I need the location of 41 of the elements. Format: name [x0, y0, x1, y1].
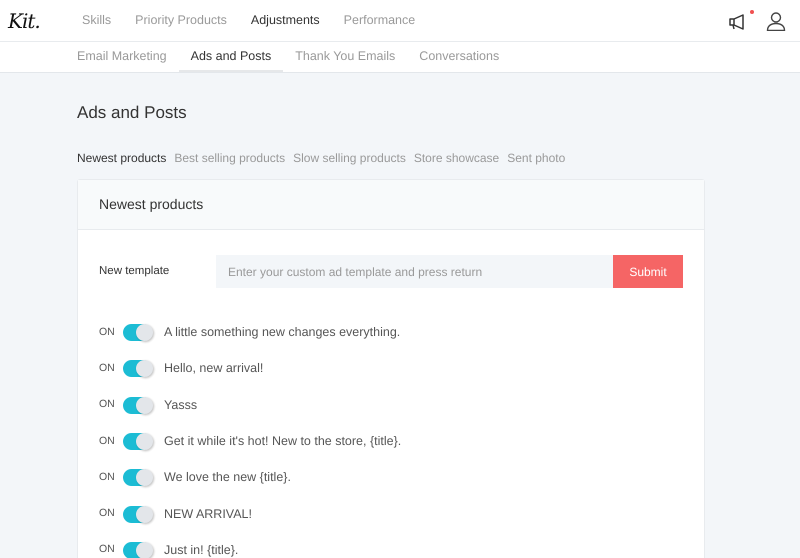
toggle-state-label: ON [99, 360, 116, 376]
category-tab[interactable]: Best selling products [174, 149, 286, 168]
category-tab[interactable]: Sent photo [507, 149, 566, 168]
template-text: A little something new changes everything. [164, 324, 400, 342]
category-tab[interactable]: Slow selling products [293, 149, 406, 168]
toggle-switch[interactable] [123, 396, 152, 414]
template-text: Just in! {title}. [164, 542, 238, 558]
template-text: Hello, new arrival! [164, 360, 264, 378]
nav-link[interactable]: Adjustments [238, 11, 332, 30]
toggle-switch[interactable] [123, 360, 152, 378]
sub-nav-tab[interactable]: Ads and Posts [178, 42, 284, 72]
page-title: Ads and Posts [77, 103, 188, 124]
toggle-state-label: ON [99, 324, 116, 340]
template-text: Get it while it's hot! New to the store, {title}. [164, 433, 402, 450]
toggle-state-label: ON [99, 470, 116, 485]
toggle-switch[interactable] [123, 506, 152, 523]
sub-nav-tab[interactable]: Thank You Emails [283, 42, 408, 72]
nav-link[interactable]: Performance [332, 11, 428, 30]
card-title: Newest products [78, 180, 704, 230]
sub-nav-tab[interactable]: Conversations [407, 42, 512, 72]
nav-link[interactable]: Skills [70, 11, 124, 30]
category-tab[interactable]: Store showcase [414, 149, 500, 168]
toggle-state-label: ON [99, 434, 116, 449]
submit-button[interactable]: Submit [613, 255, 683, 288]
toggle-state-label: ON [99, 542, 116, 558]
template-text: NEW ARRIVAL! [164, 506, 252, 523]
field-label: New template [99, 264, 170, 280]
toggle-switch[interactable] [123, 324, 152, 342]
template-text: We love the new {title}. [164, 469, 291, 486]
toggle-switch[interactable] [123, 432, 152, 450]
toggle-switch[interactable] [123, 469, 152, 486]
toggle-switch[interactable] [123, 542, 152, 558]
user-icon[interactable] [766, 10, 786, 30]
template-text: Yasss [164, 396, 198, 414]
toggle-state-label: ON [99, 397, 116, 412]
category-tab[interactable]: Newest products [77, 149, 166, 168]
toggle-state-label: ON [99, 506, 116, 522]
template-input-field[interactable]: Enter your custom ad template and press return [216, 255, 613, 288]
logo[interactable]: Kit. [8, 6, 70, 36]
sub-nav-tab[interactable]: Email Marketing [65, 42, 179, 72]
nav-link[interactable]: Priority Products [123, 11, 239, 30]
